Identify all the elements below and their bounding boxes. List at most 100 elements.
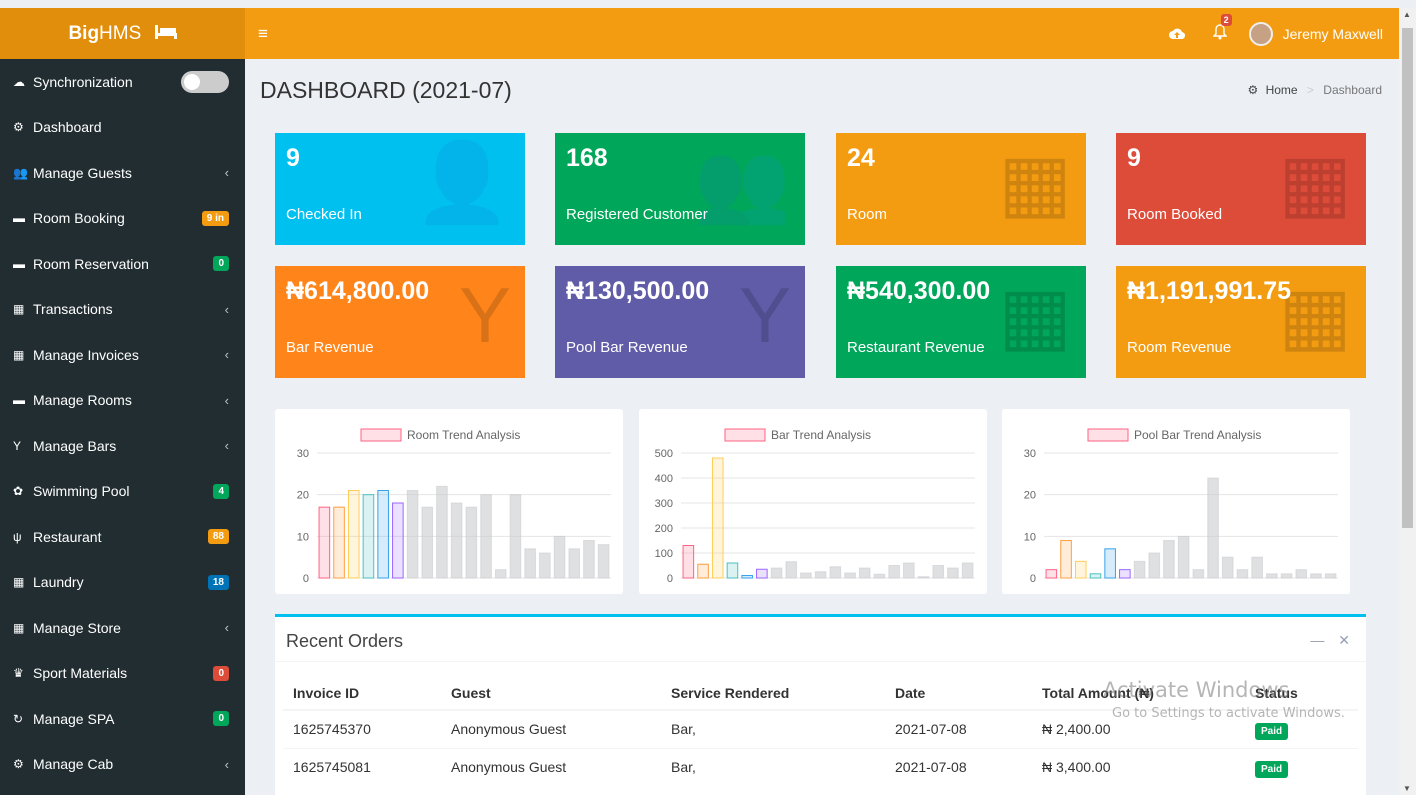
chart-bar[interactable]: [318, 506, 331, 579]
chart-bar[interactable]: [697, 563, 709, 579]
chart-bar[interactable]: [392, 502, 404, 579]
chart-bar[interactable]: [917, 576, 930, 579]
sidebar-item-synchronization[interactable]: ☁ Synchronization: [0, 59, 245, 105]
stat-box-room-revenue[interactable]: ₦1,191,991.75 Room Revenue ▦: [1116, 266, 1366, 378]
chart-bar[interactable]: [362, 494, 375, 579]
chart-bar[interactable]: [406, 490, 419, 579]
stat-box-room[interactable]: 24 Room ▦: [836, 133, 1086, 245]
chart-bar[interactable]: [583, 540, 595, 579]
chart-bar[interactable]: [1148, 552, 1161, 579]
chart-bar[interactable]: [421, 506, 434, 579]
chart-bar[interactable]: [1324, 573, 1337, 579]
chart-bar[interactable]: [494, 569, 507, 579]
table-row[interactable]: 1625745081 Anonymous Guest Bar, 2021-07-08 ₦…: [283, 747, 1358, 786]
chart-bar[interactable]: [1104, 548, 1116, 579]
chart-bar[interactable]: [873, 573, 886, 579]
notifications-bell-icon[interactable]: 2: [1211, 14, 1232, 43]
chart-bar[interactable]: [1192, 569, 1205, 579]
chart-bar[interactable]: [1074, 560, 1087, 579]
chart-bar[interactable]: [524, 548, 536, 579]
sidebar-item-manage-store[interactable]: ▦ Manage Store ‹: [0, 605, 245, 651]
chart-bar[interactable]: [377, 490, 389, 579]
chart-bar[interactable]: [844, 572, 856, 579]
chart-bar[interactable]: [1060, 540, 1072, 579]
chart-bar[interactable]: [1251, 556, 1263, 579]
stat-box-checked-in[interactable]: 9 Checked In 👤: [275, 133, 525, 245]
chart-bar[interactable]: [1310, 573, 1322, 579]
chart-bar[interactable]: [726, 562, 739, 579]
user-name[interactable]: Jeremy Maxwell: [1283, 26, 1383, 42]
chart-bar[interactable]: [597, 544, 610, 579]
chart-bar[interactable]: [903, 562, 915, 579]
sidebar-item-manage-invoices[interactable]: ▦ Manage Invoices ‹: [0, 332, 245, 378]
sidebar-toggle-button[interactable]: ≡: [258, 8, 268, 59]
sidebar-item-swimming-pool[interactable]: ✿ Swimming Pool 4: [0, 469, 245, 515]
chart-bar[interactable]: [785, 561, 798, 579]
chart-bar[interactable]: [568, 548, 581, 579]
stat-box-registered-customer[interactable]: 168 Registered Customer 👥: [555, 133, 805, 245]
chart-bar[interactable]: [1133, 560, 1146, 579]
sidebar-item-manage-rooms[interactable]: ▬ Manage Rooms ‹: [0, 378, 245, 424]
sidebar-item-dashboard[interactable]: ⚙ Dashboard: [0, 105, 245, 151]
chart-bar[interactable]: [858, 567, 871, 579]
chart-bar[interactable]: [741, 575, 753, 579]
chart-bar[interactable]: [756, 568, 768, 579]
chart-bar[interactable]: [1236, 569, 1249, 579]
chart-bar[interactable]: [465, 506, 478, 579]
chart-bar[interactable]: [450, 502, 463, 579]
chart-bar[interactable]: [1163, 540, 1175, 579]
chart-bar[interactable]: [333, 506, 345, 579]
chart-bar[interactable]: [347, 490, 360, 579]
sidebar-item-transactions[interactable]: ▦ Transactions ‹: [0, 287, 245, 333]
sidebar-item-restaurant[interactable]: ψ Restaurant 88: [0, 514, 245, 560]
stat-box-pool-bar-revenue[interactable]: ₦130,500.00 Pool Bar Revenue Y: [555, 266, 805, 378]
chart-bar[interactable]: [947, 567, 959, 579]
chart-bar[interactable]: [1266, 573, 1278, 579]
chart-bar[interactable]: [509, 494, 522, 579]
sidebar-item-room-booking[interactable]: ▬ Room Booking 9 in: [0, 196, 245, 242]
chart-bar[interactable]: [1177, 535, 1190, 579]
sidebar-item-laundry[interactable]: ▦ Laundry 18: [0, 560, 245, 606]
chart-bar[interactable]: [1221, 556, 1234, 579]
chart-bar[interactable]: [539, 552, 551, 579]
chart-bar[interactable]: [1207, 477, 1219, 579]
stat-box-room-booked[interactable]: 9 Room Booked ▦: [1116, 133, 1366, 245]
sidebar-item-manage-guests[interactable]: 👥 Manage Guests ‹: [0, 150, 245, 196]
close-icon[interactable]: ✕: [1338, 632, 1350, 648]
user-avatar[interactable]: [1248, 21, 1273, 46]
chart-bar[interactable]: [682, 545, 695, 579]
stat-box-bar-revenue[interactable]: ₦614,800.00 Bar Revenue Y: [275, 266, 525, 378]
page-scrollbar[interactable]: ▲ ▼: [1399, 8, 1416, 795]
chart-bar[interactable]: [480, 494, 492, 579]
chart-bar[interactable]: [770, 567, 783, 579]
scroll-up-icon[interactable]: ▲: [1403, 10, 1411, 19]
chart-bar[interactable]: [1119, 569, 1131, 579]
chart-bar[interactable]: [829, 566, 842, 579]
chart-bar[interactable]: [888, 565, 900, 579]
sidebar-item-manage-bars[interactable]: Y Manage Bars ‹: [0, 423, 245, 469]
chart-bar[interactable]: [553, 535, 566, 579]
chart-bar[interactable]: [1089, 573, 1102, 579]
chart-bar[interactable]: [932, 565, 945, 579]
breadcrumb-home[interactable]: Home: [1266, 83, 1298, 97]
scroll-down-icon[interactable]: ▼: [1403, 784, 1411, 793]
y-tick-label: 200: [655, 523, 673, 535]
app-logo[interactable]: BigHMS: [0, 8, 245, 59]
chart-bar[interactable]: [814, 571, 827, 579]
sidebar-item-room-reservation[interactable]: ▬ Room Reservation 0: [0, 241, 245, 287]
chart-bar[interactable]: [961, 562, 974, 579]
chart-bar[interactable]: [711, 457, 724, 579]
sync-toggle[interactable]: [181, 70, 229, 93]
chart-bar[interactable]: [800, 572, 812, 579]
chart-bar[interactable]: [1045, 569, 1058, 579]
sidebar-item-sport-materials[interactable]: ♛ Sport Materials 0: [0, 651, 245, 697]
minimize-icon[interactable]: —: [1310, 632, 1324, 648]
chart-bar[interactable]: [1280, 573, 1293, 579]
chart-bar[interactable]: [1295, 569, 1308, 579]
stat-box-restaurant-revenue[interactable]: ₦540,300.00 Restaurant Revenue ▦: [836, 266, 1086, 378]
cloud-upload-icon[interactable]: [1168, 26, 1185, 42]
scrollbar-thumb[interactable]: [1402, 28, 1413, 528]
sidebar-item-manage-spa[interactable]: ↻ Manage SPA 0: [0, 696, 245, 742]
chart-bar[interactable]: [436, 485, 448, 579]
sidebar-item-manage-cab[interactable]: ⚙ Manage Cab ‹: [0, 742, 245, 788]
